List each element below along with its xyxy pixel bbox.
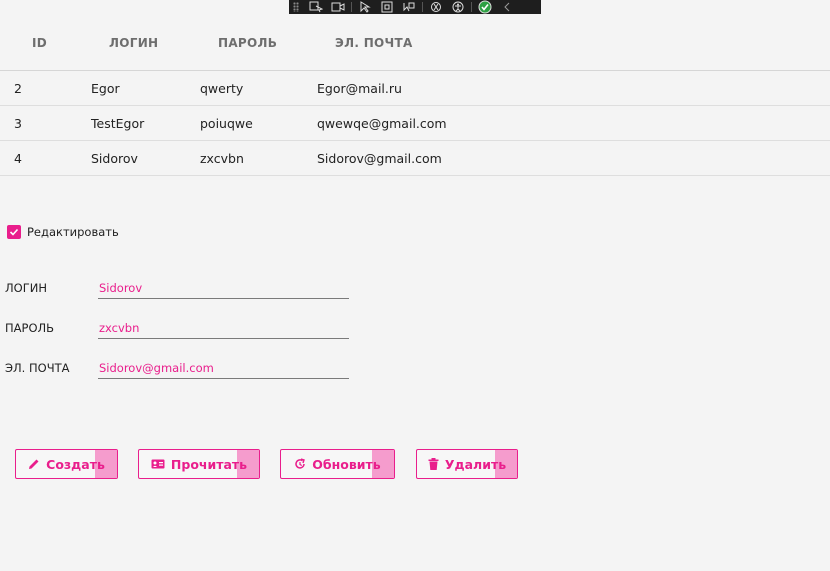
login-field-row: ЛОГИН <box>5 278 349 302</box>
header-login[interactable]: ЛОГИН <box>109 36 158 50</box>
pencil-icon <box>28 458 40 470</box>
cell-email: Egor@mail.ru <box>317 81 402 96</box>
read-button[interactable]: Прочитать <box>138 449 260 479</box>
table-row[interactable]: 2 Egor qwerty Egor@mail.ru <box>0 71 830 106</box>
password-input[interactable] <box>98 318 349 339</box>
header-email[interactable]: ЭЛ. ПОЧТА <box>335 36 413 50</box>
cell-password: poiuqwe <box>200 116 253 131</box>
cell-login: TestEgor <box>91 116 145 131</box>
table-row[interactable]: 4 Sidorov zxcvbn Sidorov@gmail.com <box>0 141 830 176</box>
cell-id: 2 <box>14 81 22 96</box>
cell-email: Sidorov@gmail.com <box>317 151 442 166</box>
cell-email: qwewqe@gmail.com <box>317 116 447 131</box>
toolbar-grip-icon[interactable] <box>293 2 299 12</box>
edit-checkbox[interactable]: Редактировать <box>7 225 119 239</box>
check-icon[interactable] <box>474 0 496 14</box>
email-field-row: ЭЛ. ПОЧТА <box>5 358 349 382</box>
create-button[interactable]: Создать <box>15 449 118 479</box>
trash-icon <box>428 458 439 470</box>
read-button-label: Прочитать <box>170 456 248 472</box>
pointer-frame-icon[interactable] <box>398 0 420 14</box>
video-icon[interactable] <box>327 0 349 14</box>
pointer-icon[interactable] <box>354 0 376 14</box>
email-label: ЭЛ. ПОЧТА <box>5 361 70 375</box>
cell-id: 3 <box>14 116 22 131</box>
delete-button-label: Удалить <box>444 456 507 472</box>
password-field-row: ПАРОЛЬ <box>5 318 349 342</box>
collapse-chevron-icon[interactable] <box>496 0 518 14</box>
cell-password: zxcvbn <box>200 151 244 166</box>
create-button-label: Создать <box>46 456 105 472</box>
login-input[interactable] <box>98 278 349 299</box>
update-button[interactable]: Обновить <box>280 449 395 479</box>
login-label: ЛОГИН <box>5 281 47 295</box>
edit-checkbox-label: Редактировать <box>27 225 119 239</box>
delete-button[interactable]: Удалить <box>416 449 518 479</box>
cell-id: 4 <box>14 151 22 166</box>
select-element-icon[interactable] <box>305 0 327 14</box>
frame-icon[interactable] <box>376 0 398 14</box>
accessibility-icon[interactable] <box>447 0 469 14</box>
checkbox-checked-icon[interactable] <box>7 225 21 239</box>
table-row[interactable]: 3 TestEgor poiuqwe qwewqe@gmail.com <box>0 106 830 141</box>
password-label: ПАРОЛЬ <box>5 321 55 335</box>
email-input[interactable] <box>98 358 349 379</box>
debug-toolbar <box>289 0 541 14</box>
cell-password: qwerty <box>200 81 244 96</box>
cell-login: Sidorov <box>91 151 138 166</box>
hot-reload-icon[interactable] <box>425 0 447 14</box>
header-id[interactable]: ID <box>32 36 47 50</box>
update-button-label: Обновить <box>312 456 381 472</box>
users-table: ID ЛОГИН ПАРОЛЬ ЭЛ. ПОЧТА 2 Egor qwerty … <box>0 22 830 176</box>
header-password[interactable]: ПАРОЛЬ <box>218 36 277 50</box>
cell-login: Egor <box>91 81 120 96</box>
table-header: ID ЛОГИН ПАРОЛЬ ЭЛ. ПОЧТА <box>0 22 830 71</box>
refresh-icon <box>294 458 306 470</box>
id-card-icon <box>151 458 165 470</box>
